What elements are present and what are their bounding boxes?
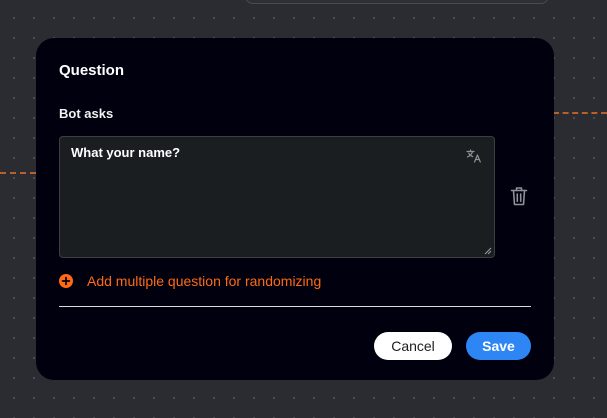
- bot-asks-label: Bot asks: [59, 106, 114, 121]
- plus-circle-icon: [59, 274, 73, 288]
- divider: [59, 306, 531, 307]
- translate-icon[interactable]: [466, 149, 482, 163]
- question-field: [59, 136, 495, 258]
- flow-connector-left: [0, 172, 36, 174]
- resize-grip-icon[interactable]: [484, 247, 492, 255]
- flow-connector-right: [553, 112, 607, 114]
- trash-icon[interactable]: [510, 186, 528, 206]
- cancel-button[interactable]: Cancel: [374, 332, 452, 360]
- question-textarea[interactable]: [60, 137, 494, 257]
- question-modal: Question Bot asks What your name? Add mu…: [36, 38, 554, 380]
- flow-node-top: [245, 0, 549, 4]
- modal-title: Question: [59, 62, 125, 79]
- add-multiple-question-label: Add multiple question for randomizing: [87, 273, 322, 289]
- save-button[interactable]: Save: [466, 332, 531, 360]
- add-multiple-question-link[interactable]: Add multiple question for randomizing: [59, 272, 321, 290]
